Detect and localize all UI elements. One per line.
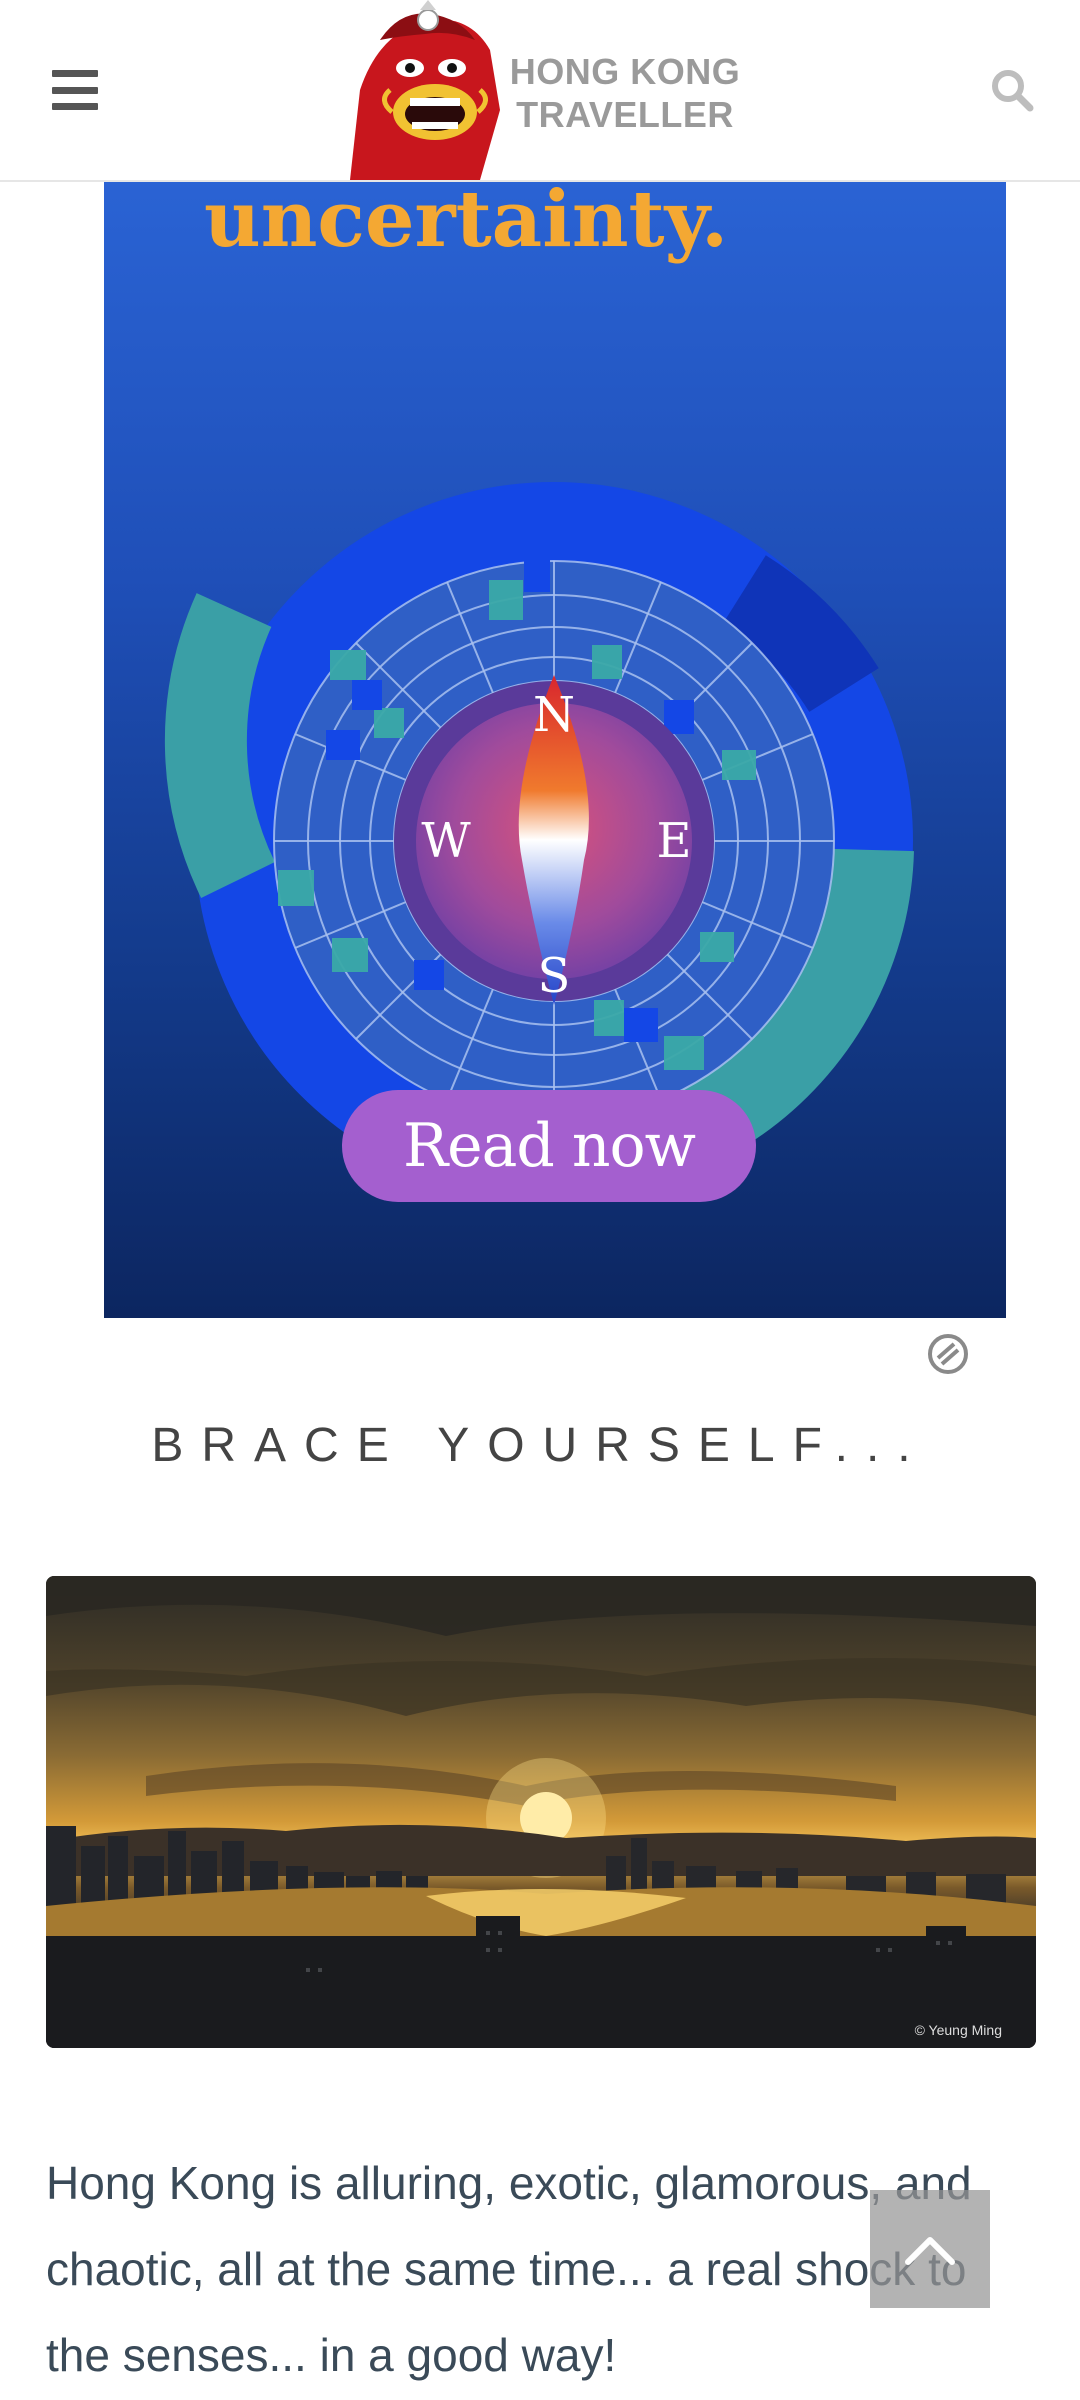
site-logo-text[interactable]: HONG KONG TRAVELLER — [505, 50, 745, 136]
harbour-scene — [46, 1576, 1036, 2048]
advertisement-banner[interactable]: uncertainty. N S W E Read now — [104, 180, 1006, 1318]
hong-kong-harbour-photo: © Yeung Ming — [46, 1576, 1036, 2048]
adchoices-icon[interactable] — [926, 1332, 970, 1376]
intro-paragraph: Hong Kong is alluring, exotic, glamorous… — [46, 2157, 972, 2381]
read-now-button[interactable]: Read now — [342, 1090, 756, 1202]
photo-credit: © Yeung Ming — [914, 2022, 1002, 2038]
section-heading: BRACE YOURSELF... — [151, 1419, 929, 1472]
logo-line-2: TRAVELLER — [516, 94, 734, 135]
search-icon[interactable] — [990, 68, 1034, 112]
back-to-top-button[interactable] — [870, 2190, 990, 2308]
compass-west-label: W — [421, 813, 471, 869]
compass-east-label: E — [656, 813, 691, 869]
hamburger-menu-icon[interactable] — [52, 70, 98, 110]
ad-headline: uncertainty. — [204, 180, 729, 265]
site-header: HONG KONG TRAVELLER — [0, 0, 1080, 182]
compass-north-label: N — [533, 687, 575, 743]
logo-line-1: HONG KONG — [509, 51, 741, 92]
compass-south-label: S — [538, 948, 571, 1004]
compass-graphic: N S W E — [164, 482, 914, 1200]
chevron-up-icon — [905, 2237, 955, 2265]
